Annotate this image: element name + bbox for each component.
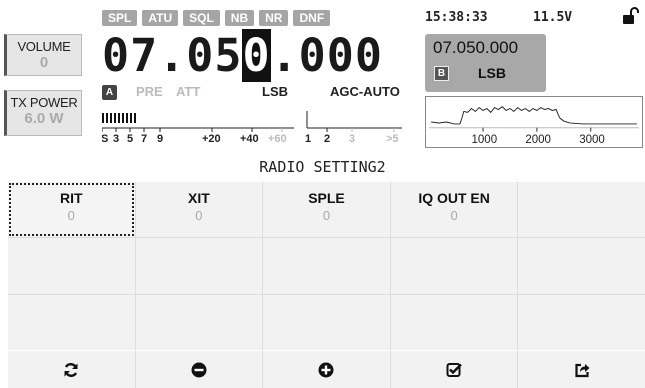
decrease-button[interactable] — [135, 351, 263, 388]
agc-mode[interactable]: AGC-AUTO — [330, 84, 400, 99]
setting-iq-out-en[interactable]: IQ OUT EN 0 — [390, 182, 518, 238]
spectrum-tick-2000: 2000 — [525, 134, 551, 146]
flag-atu[interactable]: ATU — [142, 10, 179, 26]
s-tick-5: 5 — [127, 133, 133, 145]
s-meter-bar — [102, 113, 136, 123]
setting-empty — [263, 294, 390, 350]
setting-empty — [390, 294, 518, 350]
vfo-a-frequency[interactable]: 07.050.000 — [102, 29, 383, 82]
unlock-icon[interactable] — [622, 7, 640, 25]
spectrum-tick-3000: 3000 — [579, 134, 605, 146]
setting-value: 0 — [450, 208, 458, 223]
setting-xit[interactable]: XIT 0 — [135, 182, 263, 238]
setting-name: XIT — [188, 190, 210, 206]
s-tick-plus60: +60 — [268, 133, 287, 145]
flag-nb[interactable]: NB — [224, 10, 255, 26]
swr-tick-1: 1 — [305, 133, 311, 145]
setting-sple[interactable]: SPLE 0 — [263, 182, 390, 238]
s-tick-7: 7 — [141, 133, 147, 145]
bottom-toolbar — [8, 351, 645, 388]
setting-empty — [263, 238, 390, 294]
flag-spl[interactable]: SPL — [102, 10, 138, 26]
status-panel: VOLUME 0 TX POWER 6.0 W SPL ATU SQL NB N… — [0, 0, 645, 150]
swr-tick-2: 2 — [324, 133, 330, 145]
s-tick-plus20: +20 — [202, 133, 221, 145]
flag-dnf[interactable]: DNF — [293, 10, 331, 26]
page-title: RADIO SETTING2 — [259, 158, 386, 176]
s-tick-plus40: +40 — [240, 133, 259, 145]
s-meter: S 3 5 7 9 +20 +40 +60 1 2 3 >5 — [102, 111, 402, 145]
volume-label: VOLUME — [17, 39, 71, 54]
vfo-b-tag: B — [434, 66, 449, 81]
audio-spectrum: 1000 2000 3000 — [425, 96, 643, 148]
settings-grid: RIT 0 XIT 0 SPLE 0 IQ OUT EN 0 — [8, 182, 645, 350]
swr-tick-3: 3 — [349, 133, 355, 145]
voltage: 11.5V — [533, 10, 573, 25]
setting-name: IQ OUT EN — [418, 190, 490, 206]
s-tick-9: 9 — [157, 133, 163, 145]
setting-rit[interactable]: RIT 0 — [8, 182, 135, 238]
setting-empty — [8, 294, 135, 350]
check-square-icon — [446, 362, 462, 377]
freq-cursor-digit[interactable]: 0 — [242, 29, 271, 82]
refresh-button[interactable] — [8, 351, 135, 388]
setting-empty — [518, 294, 645, 350]
confirm-button[interactable] — [390, 351, 518, 388]
att-indicator: ATT — [176, 84, 201, 99]
spectrum-trace — [431, 105, 637, 125]
setting-value: 0 — [67, 208, 75, 223]
vfo-b-mode: LSB — [478, 65, 506, 81]
volume-control[interactable]: VOLUME 0 — [4, 34, 82, 76]
flag-nr[interactable]: NR — [259, 10, 289, 26]
volume-value: 0 — [39, 54, 49, 71]
vfo-a-mode[interactable]: LSB — [262, 84, 288, 99]
refresh-icon — [64, 362, 78, 377]
function-flags: SPL ATU SQL NB NR DNF — [102, 10, 331, 26]
freq-digits-right: .000 — [270, 29, 383, 82]
s-tick-s: S — [102, 133, 108, 145]
pre-indicator: PRE — [136, 84, 163, 99]
setting-empty — [518, 238, 645, 294]
tx-power-control[interactable]: TX POWER 6.0 W — [4, 90, 82, 136]
swr-tick-gt5: >5 — [386, 133, 399, 145]
plus-circle-icon — [318, 362, 334, 377]
increase-button[interactable] — [263, 351, 390, 388]
setting-empty — [135, 238, 263, 294]
setting-value: 0 — [195, 208, 203, 223]
exit-button[interactable] — [518, 351, 645, 388]
minus-circle-icon — [191, 362, 207, 377]
clock: 15:38:33 — [425, 10, 488, 25]
vfo-b-frequency: 07.050.000 — [433, 38, 519, 57]
freq-digits-left: 07.05 — [102, 29, 243, 82]
share-exit-icon — [575, 363, 590, 377]
setting-name: RIT — [60, 190, 83, 206]
spectrum-tick-1000: 1000 — [472, 134, 498, 146]
vfo-a-tag: A — [102, 85, 117, 100]
setting-name: SPLE — [308, 190, 345, 206]
tx-power-label: TX POWER — [10, 95, 78, 110]
setting-empty — [390, 238, 518, 294]
vfo-b-panel[interactable]: 07.050.000 B LSB — [425, 34, 546, 92]
setting-empty — [518, 182, 645, 238]
flag-sql[interactable]: SQL — [183, 10, 220, 26]
tx-power-value: 6.0 W — [24, 110, 64, 127]
s-tick-3: 3 — [113, 133, 119, 145]
setting-empty — [8, 238, 135, 294]
setting-value: 0 — [322, 208, 331, 223]
setting-empty — [135, 294, 263, 350]
